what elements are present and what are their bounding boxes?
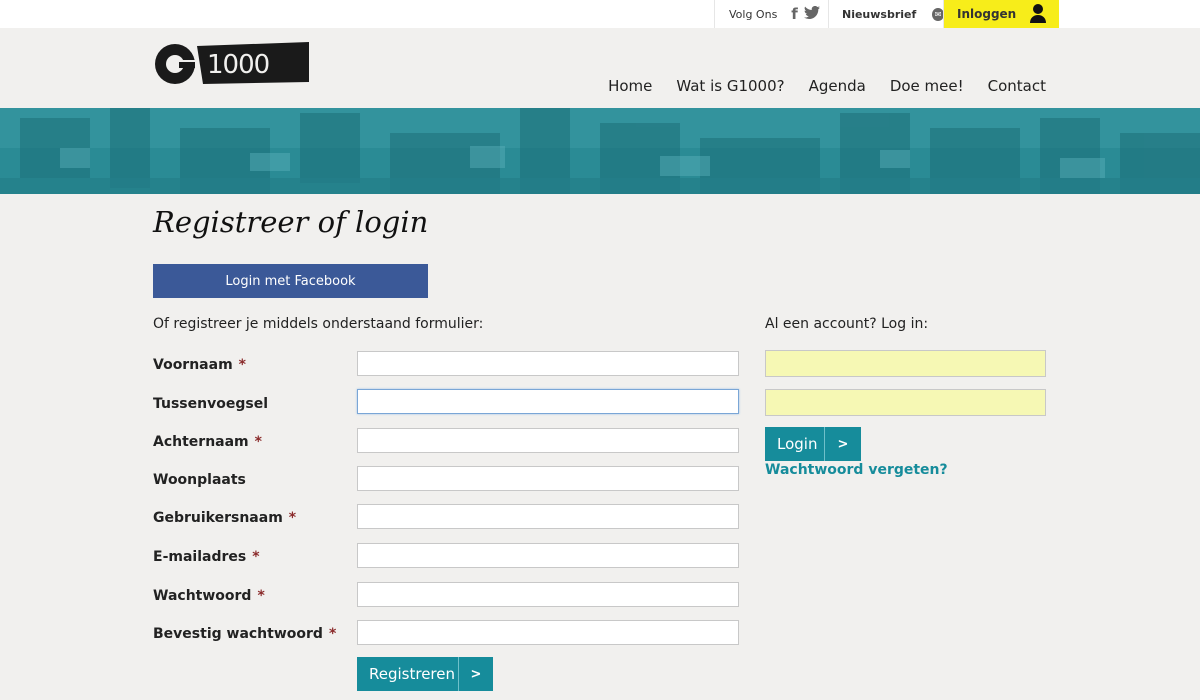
login-button-label: Login [777,435,818,453]
registreren-label: Registreren [369,665,456,683]
arrow-right-icon: > [824,427,861,461]
tussenvoegsel-input[interactable] [357,389,739,414]
newsletter-label: Nieuwsbrief [842,7,917,21]
twitter-icon[interactable] [803,5,820,23]
login-password-input[interactable] [765,389,1046,416]
nav-item-wat-is-g1000[interactable]: Wat is G1000? [676,77,784,95]
user-icon [1030,4,1046,23]
gebruikersnaam-input[interactable] [357,504,739,529]
wachtwoord-input[interactable] [357,582,739,607]
newsletter-link[interactable]: Nieuwsbrief ✉ [828,0,944,28]
g1000-logo[interactable]: 1000 ROTTERDAM [153,40,309,88]
top-utility-bar: Volg Ons f Nieuwsbrief ✉ Inloggen [0,0,1200,28]
nav-item-doe-mee[interactable]: Doe mee! [890,77,964,95]
arrow-right-icon: > [458,657,493,691]
follow-us-label: Volg Ons [729,7,778,21]
required-marker: * [252,549,260,565]
required-marker: * [288,510,297,526]
follow-us-group: Volg Ons f [714,0,829,28]
label-wachtwoord: Wachtwoord * [153,588,265,604]
register-intro-text: Of registreer je middels onderstaand for… [153,316,484,332]
login-top-button[interactable]: Inloggen [943,0,1059,28]
required-marker: * [257,588,265,604]
required-marker: * [254,434,262,450]
required-marker: * [238,357,246,373]
login-username-input[interactable] [765,350,1046,377]
label-tussenvoegsel: Tussenvoegsel [153,396,268,412]
svg-text:1000: 1000 [207,50,269,80]
label-gebruikersnaam: Gebruikersnaam * [153,510,297,526]
voornaam-input[interactable] [357,351,739,376]
required-marker: * [328,626,337,642]
facebook-icon[interactable]: f [791,5,798,23]
main-navigation: Home Wat is G1000? Agenda Doe mee! Conta… [608,77,1046,95]
label-e-mailadres: E-mailadres * [153,549,260,565]
login-top-label: Inloggen [957,7,1017,21]
hero-banner-image [0,108,1200,194]
label-achternaam: Achternaam * [153,434,262,450]
login-facebook-button[interactable]: Login met Facebook [153,264,428,298]
registreren-button[interactable]: Registreren > [357,657,493,691]
label-voornaam: Voornaam * [153,357,246,373]
e-mailadres-input[interactable] [357,543,739,568]
woonplaats-input[interactable] [357,466,739,491]
label-bevestig-wachtwoord: Bevestig wachtwoord * [153,626,337,642]
nav-item-agenda[interactable]: Agenda [809,77,866,95]
bevestig-wachtwoord-input[interactable] [357,620,739,645]
nav-item-contact[interactable]: Contact [988,77,1046,95]
achternaam-input[interactable] [357,428,739,453]
login-button[interactable]: Login > [765,427,861,461]
page-title: Registreer of login [153,205,429,239]
svg-text:ROTTERDAM: ROTTERDAM [257,87,306,88]
nav-item-home[interactable]: Home [608,77,652,95]
site-header: 1000 ROTTERDAM Home Wat is G1000? Agenda… [0,28,1200,108]
label-woonplaats: Woonplaats [153,472,246,488]
forgot-password-link[interactable]: Wachtwoord vergeten? [765,462,948,478]
login-intro-text: Al een account? Log in: [765,316,929,332]
